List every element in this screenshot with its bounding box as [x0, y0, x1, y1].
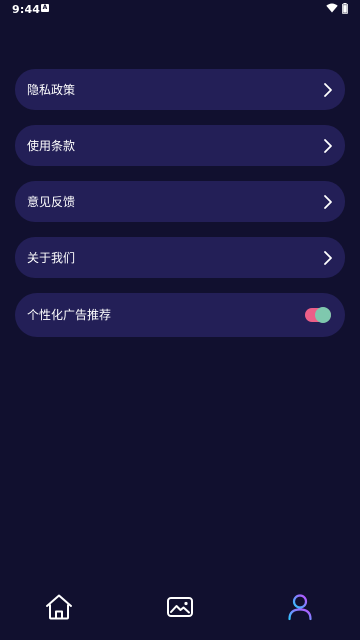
image-icon [167, 597, 193, 617]
chevron-right-icon [324, 138, 332, 153]
menu-item-about-us[interactable]: 关于我们 [15, 237, 345, 278]
chevron-right-icon [324, 82, 332, 97]
user-icon [288, 594, 312, 621]
nav-tab-profile[interactable] [285, 592, 315, 622]
settings-menu: 隐私政策 使用条款 意见反馈 关于我们 个性化广告推荐 [15, 69, 345, 352]
nav-tab-gallery[interactable] [165, 592, 195, 622]
menu-item-privacy-policy[interactable]: 隐私政策 [15, 69, 345, 110]
bottom-nav [0, 584, 360, 630]
a-icon: A [41, 4, 49, 12]
menu-item-label: 使用条款 [27, 138, 76, 153]
menu-item-label: 意见反馈 [27, 194, 76, 209]
menu-item-label: 个性化广告推荐 [27, 308, 112, 322]
status-bar: 9:44 A [0, 0, 360, 18]
nav-tab-home[interactable] [44, 592, 74, 622]
status-time: 9:44 [12, 3, 41, 16]
chevron-right-icon [324, 194, 332, 209]
home-icon [46, 594, 72, 620]
personalized-ads-toggle[interactable] [305, 307, 331, 323]
menu-item-terms-of-use[interactable]: 使用条款 [15, 125, 345, 166]
wifi-icon [326, 3, 338, 13]
menu-item-feedback[interactable]: 意见反馈 [15, 181, 345, 222]
menu-item-label: 隐私政策 [27, 82, 76, 97]
menu-item-personalized-ads: 个性化广告推荐 [15, 293, 345, 337]
battery-icon [342, 3, 348, 14]
toggle-knob [315, 307, 331, 323]
chevron-right-icon [324, 250, 332, 265]
menu-item-label: 关于我们 [27, 250, 76, 265]
